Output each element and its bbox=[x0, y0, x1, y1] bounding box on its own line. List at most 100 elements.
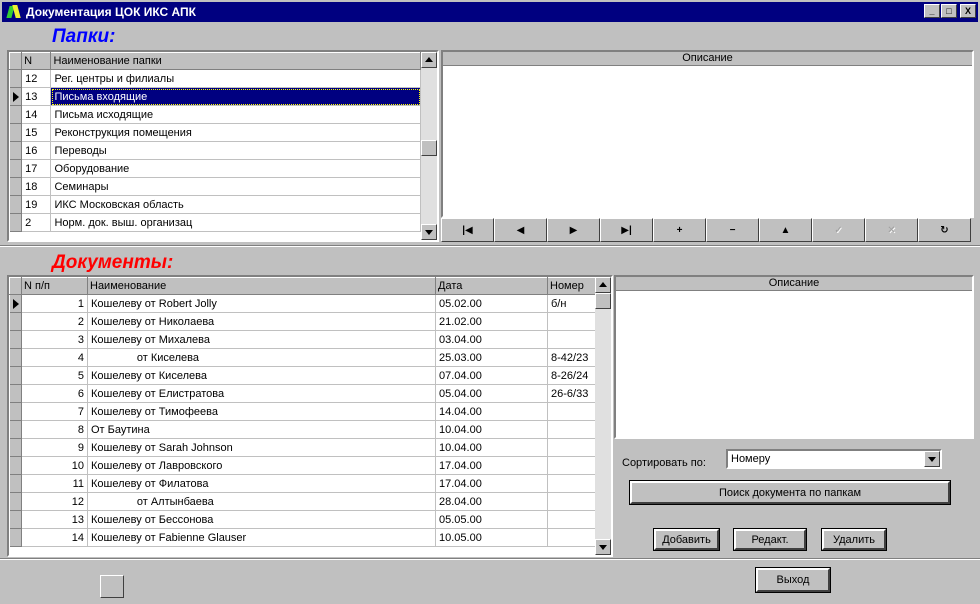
table-row[interactable]: 1 Кошелеву от Robert Jolly 05.02.00 б/н bbox=[9, 294, 596, 313]
folder-description-panel[interactable]: Описание bbox=[441, 50, 974, 218]
docs-col-date[interactable]: Дата bbox=[435, 277, 548, 295]
scroll-thumb[interactable] bbox=[421, 140, 437, 156]
folders-col-n[interactable]: N bbox=[21, 52, 52, 70]
table-row[interactable]: 18 Семинары bbox=[9, 177, 421, 196]
last-record-button[interactable]: ▶| bbox=[600, 218, 653, 242]
table-row[interactable]: 2 Кошелеву от Николаева 21.02.00 bbox=[9, 312, 596, 331]
table-row[interactable]: 12 Рег. центры и филиалы bbox=[9, 69, 421, 88]
edit-document-button[interactable]: Редакт. bbox=[733, 528, 807, 551]
sort-select[interactable]: Номеру bbox=[726, 449, 942, 469]
doc-name-cell[interactable]: Кошелеву от Бессонова bbox=[87, 510, 436, 529]
doc-date-cell[interactable]: 14.04.00 bbox=[435, 402, 548, 421]
chevron-down-icon[interactable] bbox=[924, 451, 940, 467]
table-row[interactable]: 7 Кошелеву от Тимофеева 14.04.00 bbox=[9, 402, 596, 421]
doc-date-cell[interactable]: 21.02.00 bbox=[435, 312, 548, 331]
doc-name-cell[interactable]: От Баутина bbox=[87, 420, 436, 439]
doc-number-cell[interactable]: 13 bbox=[21, 510, 88, 529]
table-row[interactable]: 2 Норм. док. выш. организац bbox=[9, 213, 421, 232]
folder-name-cell[interactable]: Письма исходящие bbox=[50, 105, 421, 124]
doc-regnum-cell[interactable] bbox=[547, 402, 596, 421]
table-row[interactable]: 13 Письма входящие bbox=[9, 87, 421, 106]
doc-name-cell[interactable]: Кошелеву от Филатова bbox=[87, 474, 436, 493]
folder-name-cell[interactable]: Реконструкция помещения bbox=[50, 123, 421, 142]
small-square-button[interactable] bbox=[100, 575, 124, 598]
doc-number-cell[interactable]: 10 bbox=[21, 456, 88, 475]
folder-name-cell[interactable]: Норм. док. выш. организац bbox=[50, 213, 421, 232]
table-row[interactable]: 13 Кошелеву от Бессонова 05.05.00 bbox=[9, 510, 596, 529]
doc-number-cell[interactable]: 2 bbox=[21, 312, 88, 331]
doc-regnum-cell[interactable] bbox=[547, 330, 596, 349]
folder-number-cell[interactable]: 18 bbox=[21, 177, 52, 196]
doc-number-cell[interactable]: 14 bbox=[21, 528, 88, 547]
doc-name-cell[interactable]: Кошелеву от Тимофеева bbox=[87, 402, 436, 421]
table-row[interactable]: 12 от Алтынбаева 28.04.00 bbox=[9, 492, 596, 511]
folder-number-cell[interactable]: 14 bbox=[21, 105, 52, 124]
doc-regnum-cell[interactable]: 8-42/23 bbox=[547, 348, 596, 367]
first-record-button[interactable]: |◀ bbox=[441, 218, 494, 242]
folder-number-cell[interactable]: 16 bbox=[21, 141, 52, 160]
doc-number-cell[interactable]: 11 bbox=[21, 474, 88, 493]
doc-regnum-cell[interactable] bbox=[547, 420, 596, 439]
refresh-button[interactable]: ↻ bbox=[918, 218, 971, 242]
scroll-down-icon[interactable] bbox=[421, 224, 437, 240]
doc-date-cell[interactable]: 10.04.00 bbox=[435, 420, 548, 439]
doc-date-cell[interactable]: 07.04.00 bbox=[435, 366, 548, 385]
table-row[interactable]: 8 От Баутина 10.04.00 bbox=[9, 420, 596, 439]
table-row[interactable]: 4 от Киселева 25.03.00 8-42/23 bbox=[9, 348, 596, 367]
maximize-button[interactable]: □ bbox=[941, 4, 957, 18]
delete-document-button[interactable]: Удалить bbox=[821, 528, 887, 551]
doc-regnum-cell[interactable] bbox=[547, 510, 596, 529]
doc-regnum-cell[interactable] bbox=[547, 492, 596, 511]
post-record-button[interactable]: ✓ bbox=[812, 218, 865, 242]
table-row[interactable]: 14 Кошелеву от Fabienne Glauser 10.05.00 bbox=[9, 528, 596, 547]
doc-date-cell[interactable]: 28.04.00 bbox=[435, 492, 548, 511]
doc-regnum-cell[interactable] bbox=[547, 528, 596, 547]
scroll-down-icon[interactable] bbox=[595, 539, 611, 555]
table-row[interactable]: 15 Реконструкция помещения bbox=[9, 123, 421, 142]
add-document-button[interactable]: Добавить bbox=[653, 528, 720, 551]
documents-grid[interactable]: N п/п Наименование Дата Номер 1 Кошелеву … bbox=[7, 275, 613, 557]
doc-number-cell[interactable]: 1 bbox=[21, 294, 88, 313]
table-row[interactable]: 3 Кошелеву от Михалева 03.04.00 bbox=[9, 330, 596, 349]
doc-name-cell[interactable]: Кошелеву от Николаева bbox=[87, 312, 436, 331]
prior-record-button[interactable]: ◀ bbox=[494, 218, 547, 242]
doc-name-cell[interactable]: Кошелеву от Михалева bbox=[87, 330, 436, 349]
table-row[interactable]: 10 Кошелеву от Лавровского 17.04.00 bbox=[9, 456, 596, 475]
close-button[interactable]: X bbox=[960, 4, 976, 18]
folders-col-name[interactable]: Наименование папки bbox=[50, 52, 421, 70]
doc-number-cell[interactable]: 5 bbox=[21, 366, 88, 385]
doc-name-cell[interactable]: Кошелеву от Robert Jolly bbox=[87, 294, 436, 313]
folder-number-cell[interactable]: 2 bbox=[21, 213, 52, 232]
doc-date-cell[interactable]: 03.04.00 bbox=[435, 330, 548, 349]
scroll-thumb[interactable] bbox=[595, 293, 611, 309]
doc-regnum-cell[interactable] bbox=[547, 312, 596, 331]
docs-col-n[interactable]: N п/п bbox=[21, 277, 88, 295]
doc-name-cell[interactable]: от Киселева bbox=[87, 348, 436, 367]
scroll-up-icon[interactable] bbox=[595, 277, 611, 293]
folders-grid[interactable]: N Наименование папки 12 Рег. центры и фил… bbox=[7, 50, 439, 242]
doc-date-cell[interactable]: 17.04.00 bbox=[435, 474, 548, 493]
doc-name-cell[interactable]: Кошелеву от Елистратова bbox=[87, 384, 436, 403]
table-row[interactable]: 14 Письма исходящие bbox=[9, 105, 421, 124]
table-row[interactable]: 9 Кошелеву от Sarah Johnson 10.04.00 bbox=[9, 438, 596, 457]
table-row[interactable]: 16 Переводы bbox=[9, 141, 421, 160]
folder-name-cell[interactable]: Семинары bbox=[50, 177, 421, 196]
title-bar[interactable]: Документация ЦОК ИКС АПК _ □ X bbox=[2, 2, 978, 22]
folder-number-cell[interactable]: 15 bbox=[21, 123, 52, 142]
doc-number-cell[interactable]: 4 bbox=[21, 348, 88, 367]
exit-button[interactable]: Выход bbox=[755, 567, 831, 593]
scroll-up-icon[interactable] bbox=[421, 52, 437, 68]
cancel-record-button[interactable]: ✕ bbox=[865, 218, 918, 242]
folder-number-cell[interactable]: 13 bbox=[21, 87, 52, 106]
doc-name-cell[interactable]: Кошелеву от Киселева bbox=[87, 366, 436, 385]
doc-number-cell[interactable]: 6 bbox=[21, 384, 88, 403]
edit-record-button[interactable]: ▲ bbox=[759, 218, 812, 242]
doc-number-cell[interactable]: 12 bbox=[21, 492, 88, 511]
document-description-panel[interactable]: Описание bbox=[614, 275, 974, 439]
next-record-button[interactable]: ▶ bbox=[547, 218, 600, 242]
folder-number-cell[interactable]: 12 bbox=[21, 69, 52, 88]
doc-number-cell[interactable]: 3 bbox=[21, 330, 88, 349]
doc-regnum-cell[interactable]: 26-6/33 bbox=[547, 384, 596, 403]
doc-name-cell[interactable]: Кошелеву от Sarah Johnson bbox=[87, 438, 436, 457]
doc-date-cell[interactable]: 10.05.00 bbox=[435, 528, 548, 547]
